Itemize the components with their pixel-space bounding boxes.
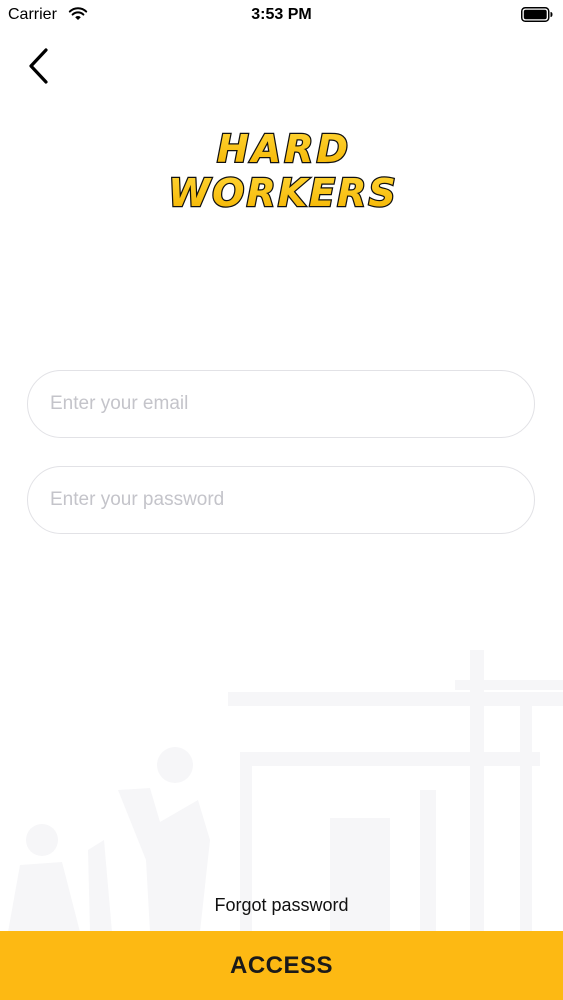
logo-line1: HARD: [217, 127, 351, 171]
hard-workers-logo: HARD WORKERS: [167, 126, 398, 216]
construction-background-art: [8, 650, 563, 932]
battery-icon: [521, 7, 553, 22]
back-button[interactable]: [22, 46, 56, 86]
forgot-password-link[interactable]: Forgot password: [0, 895, 563, 916]
email-field[interactable]: [27, 370, 535, 438]
status-time: 3:53 PM: [251, 6, 312, 23]
logo-line2: WORKERS: [168, 171, 398, 215]
chevron-left-icon: [29, 48, 48, 84]
status-bar: Carrier 3:53 PM: [0, 0, 563, 30]
access-button[interactable]: ACCESS: [0, 931, 563, 1000]
password-field[interactable]: [27, 466, 535, 534]
login-screen: Carrier 3:53 PM HARD WORKERS Enter your …: [0, 0, 563, 1000]
